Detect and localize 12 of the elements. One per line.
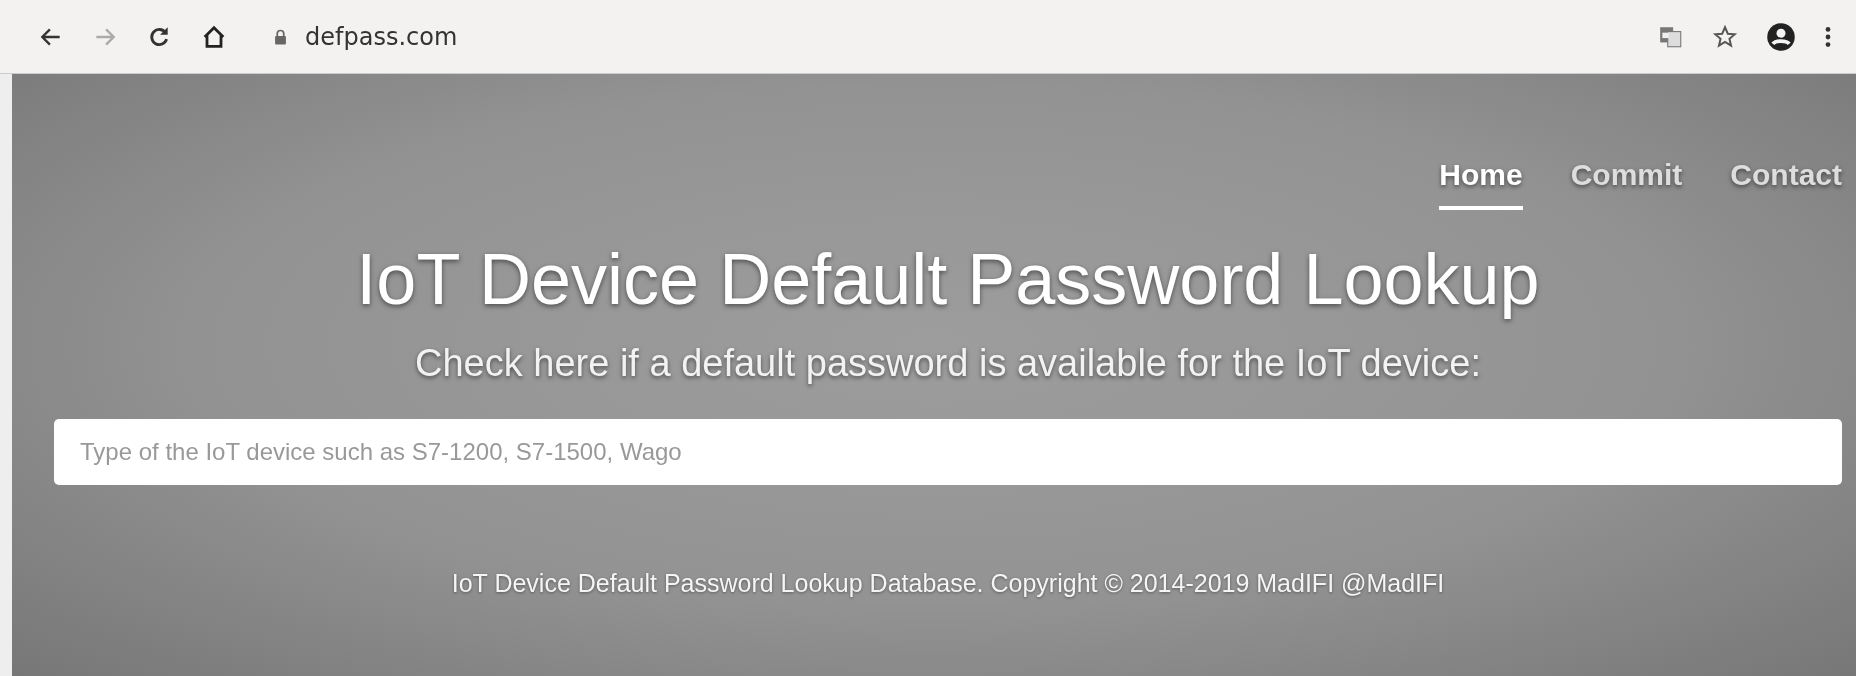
page-title: IoT Device Default Password Lookup bbox=[356, 238, 1540, 320]
nav-link[interactable]: Contact bbox=[1730, 158, 1842, 210]
nav-link[interactable]: Home bbox=[1439, 158, 1523, 210]
page-subtitle: Check here if a default password is available for the IoT device: bbox=[415, 342, 1481, 385]
star-icon[interactable] bbox=[1712, 23, 1738, 50]
footer-text: IoT Device Default Password Lookup Database. Copyright © 2014-2019 MadIFI @MadIFI bbox=[451, 569, 1445, 598]
account-icon[interactable] bbox=[1766, 21, 1796, 52]
lock-icon bbox=[274, 28, 287, 45]
search-field[interactable]: Type of the IoT device such as S7-1200, S7-1500, Wago bbox=[54, 419, 1842, 485]
url-text: defpass.com bbox=[305, 22, 458, 51]
address-bar[interactable]: defpass.com bbox=[256, 8, 1630, 65]
nav-link[interactable]: Commit bbox=[1570, 158, 1683, 210]
